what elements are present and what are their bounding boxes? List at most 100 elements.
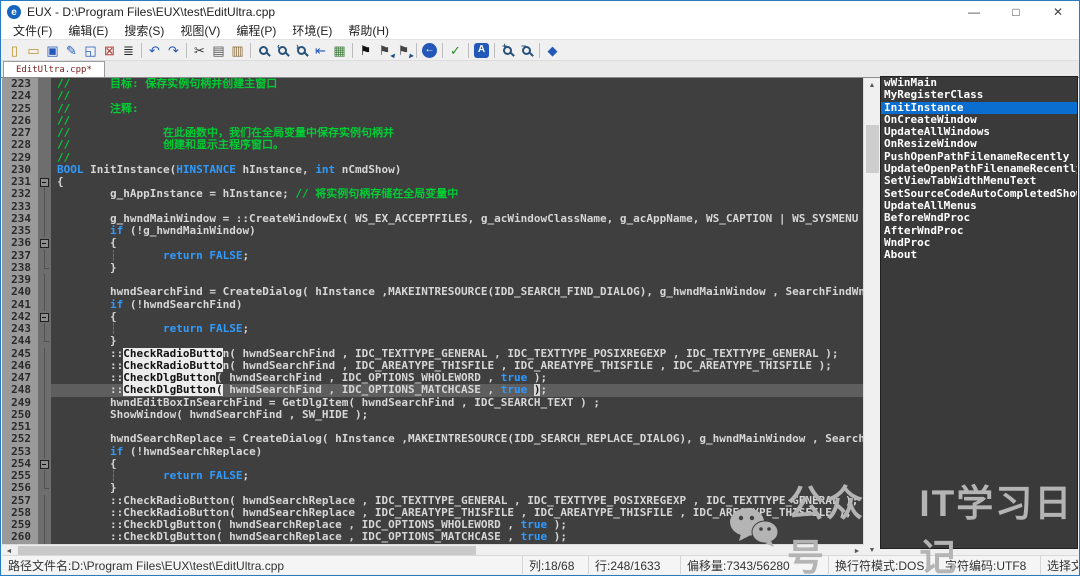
menu-item-e[interactable]: 编辑(E) [60, 23, 116, 39]
menu-item-v[interactable]: 视图(V) [172, 23, 228, 39]
syntax-color-icon[interactable]: A [472, 41, 491, 59]
function-list-item-afterwndproc[interactable]: AfterWndProc [881, 225, 1077, 237]
code-text[interactable]: if (!hwndSearchReplace) [51, 446, 864, 458]
next-bookmark-icon[interactable]: ⚑▸ [394, 41, 413, 59]
code-text[interactable]: // 创建和显示主程序窗口。 [51, 139, 864, 151]
find-prev-icon[interactable]: ‹ [273, 41, 292, 59]
code-text[interactable]: ::CheckDlgButton( hwndSearchReplace , ID… [51, 519, 864, 531]
code-text[interactable]: // [51, 90, 864, 102]
goto-icon[interactable]: ⇤ [311, 41, 330, 59]
function-list-item-myregisterclass[interactable]: MyRegisterClass [881, 89, 1077, 101]
function-list-item-wwinmain[interactable]: wWinMain [881, 77, 1077, 89]
prev-bookmark-icon[interactable]: ⚑◂ [375, 41, 394, 59]
save-icon[interactable]: ▣ [43, 41, 62, 59]
function-list-item-setviewtabwidthmenutext[interactable]: SetViewTabWidthMenuText [881, 175, 1077, 187]
find-next-icon[interactable]: › [292, 41, 311, 59]
code-text[interactable]: ┆ return FALSE; [51, 250, 864, 262]
code-text[interactable]: ┆ return FALSE; [51, 323, 864, 335]
zoom-in-icon[interactable]: + [498, 41, 517, 59]
fold-marker-icon[interactable] [38, 458, 51, 470]
code-text[interactable]: ::CheckDlgButton( hwndSearchFind , IDC_O… [51, 372, 864, 384]
code-text[interactable]: g_hwndMainWindow = ::CreateWindowEx( WS_… [51, 213, 864, 225]
minimize-button[interactable]: — [953, 1, 995, 23]
code-text[interactable] [51, 274, 864, 286]
code-text[interactable]: ::CheckDlgButton( hwndSearchReplace , ID… [51, 531, 864, 543]
code-text[interactable] [51, 421, 864, 433]
code-text[interactable]: // 目标: 保存实例句柄并创建主窗口 [51, 78, 864, 90]
vertical-scrollbar-thumb[interactable] [866, 125, 879, 173]
code-text[interactable]: ::CheckRadioButton( hwndSearchReplace , … [51, 507, 864, 519]
vertical-scrollbar[interactable]: ▲ ▼ [863, 78, 880, 557]
function-list-item-updateallwindows[interactable]: UpdateAllWindows [881, 126, 1077, 138]
menu-item-h[interactable]: 帮助(H) [340, 23, 397, 39]
function-list-item-beforewndproc[interactable]: BeforeWndProc [881, 212, 1077, 224]
code-text[interactable]: g_hAppInstance = hInstance; // 将实例句柄存储在全… [51, 188, 864, 200]
fold-marker-icon[interactable] [38, 237, 51, 249]
save-as-icon[interactable]: ✎ [62, 41, 81, 59]
code-text[interactable]: BOOL InitInstance(HINSTANCE hInstance, i… [51, 164, 864, 176]
open-file-icon[interactable]: ▭ [24, 41, 43, 59]
function-list-item-oncreatewindow[interactable]: OnCreateWindow [881, 114, 1077, 126]
function-list-item-initinstance[interactable]: InitInstance [881, 102, 1077, 114]
redo-icon[interactable]: ↷ [164, 41, 183, 59]
paste-icon[interactable]: ▥ [228, 41, 247, 59]
about-icon[interactable]: ◆ [543, 41, 562, 59]
code-text[interactable]: if (!g_hwndMainWindow) [51, 225, 864, 237]
cut-icon[interactable]: ✂ [190, 41, 209, 59]
function-list-item-updateallmenus[interactable]: UpdateAllMenus [881, 200, 1077, 212]
menu-item-e[interactable]: 环境(E) [284, 23, 340, 39]
code-text[interactable]: hwndSearchReplace = CreateDialog( hInsta… [51, 433, 864, 445]
code-text[interactable]: { [51, 237, 864, 249]
code-text[interactable]: if (!hwndSearchFind) [51, 299, 864, 311]
function-list-item-setsourcecodeautocompletedshowaf[interactable]: SetSourceCodeAutoCompletedShowAf [881, 188, 1077, 200]
code-text[interactable]: ::CheckDlgButton( hwndSearchFind , IDC_O… [51, 384, 864, 396]
code-text[interactable]: // [51, 115, 864, 127]
menu-item-p[interactable]: 编程(P) [228, 23, 284, 39]
menu-item-s[interactable]: 搜索(S) [116, 23, 172, 39]
scroll-up-arrow-icon[interactable]: ▲ [864, 78, 880, 92]
undo-icon[interactable]: ↶ [145, 41, 164, 59]
close-button[interactable]: ✕ [1037, 1, 1079, 23]
code-text[interactable]: // 注释: [51, 103, 864, 115]
code-text[interactable]: } [51, 262, 864, 274]
go-back-icon[interactable]: ← [420, 41, 439, 59]
code-text[interactable]: { [51, 176, 864, 188]
code-text[interactable]: } [51, 482, 864, 494]
code-text[interactable]: hwndEditBoxInSearchFind = GetDlgItem( hw… [51, 397, 864, 409]
code-text[interactable]: { [51, 311, 864, 323]
function-list-item-onresizewindow[interactable]: OnResizeWindow [881, 138, 1077, 150]
function-list-item-about[interactable]: About [881, 249, 1077, 261]
zoom-out-icon[interactable]: − [517, 41, 536, 59]
new-file-icon[interactable]: ▯ [5, 41, 24, 59]
code-text[interactable]: ::CheckRadioButton( hwndSearchFind , IDC… [51, 348, 864, 360]
code-text[interactable]: hwndSearchFind = CreateDialog( hInstance… [51, 286, 864, 298]
function-list-item-pushopenpathfilenamerecently[interactable]: PushOpenPathFilenameRecently [881, 151, 1077, 163]
save-all-icon[interactable]: ◱ [81, 41, 100, 59]
close-file-icon[interactable]: ⊠ [100, 41, 119, 59]
code-text[interactable]: // 在此函数中，我们在全局变量中保存实例句柄并 [51, 127, 864, 139]
code-text[interactable]: ┆ return FALSE; [51, 470, 864, 482]
function-list-item-wndproc[interactable]: WndProc [881, 237, 1077, 249]
code-text[interactable] [51, 201, 864, 213]
fold-margin [38, 250, 51, 262]
code-line-232: 232 g_hAppInstance = hInstance; // 将实例句柄… [2, 188, 864, 200]
fold-marker-icon[interactable] [38, 311, 51, 323]
code-text[interactable]: // [51, 152, 864, 164]
maximize-button[interactable]: □ [995, 1, 1037, 23]
code-text[interactable]: ShowWindow( hwndSearchFind , SW_HIDE ); [51, 409, 864, 421]
code-text[interactable]: ::CheckRadioButton( hwndSearchFind , IDC… [51, 360, 864, 372]
bookmark-icon[interactable]: ⚑ [356, 41, 375, 59]
menu-item-f[interactable]: 文件(F) [5, 23, 60, 39]
code-text[interactable]: } [51, 335, 864, 347]
fold-marker-icon[interactable] [38, 176, 51, 188]
copy-icon[interactable]: ▤ [209, 41, 228, 59]
grid-icon[interactable]: ▦ [330, 41, 349, 59]
tab-editultra-cpp[interactable]: EditUltra.cpp* [3, 61, 105, 77]
code-editor[interactable]: 223// 目标: 保存实例句柄并创建主窗口224//225// 注释:226/… [2, 78, 864, 544]
checklist-icon[interactable]: ✓ [446, 41, 465, 59]
find-icon[interactable] [254, 41, 273, 59]
line-list-icon[interactable]: ≣ [119, 41, 138, 59]
code-text[interactable]: { [51, 458, 864, 470]
code-text[interactable]: ::CheckRadioButton( hwndSearchReplace , … [51, 495, 864, 507]
function-list-item-updateopenpathfilenamerecently[interactable]: UpdateOpenPathFilenameRecently [881, 163, 1077, 175]
